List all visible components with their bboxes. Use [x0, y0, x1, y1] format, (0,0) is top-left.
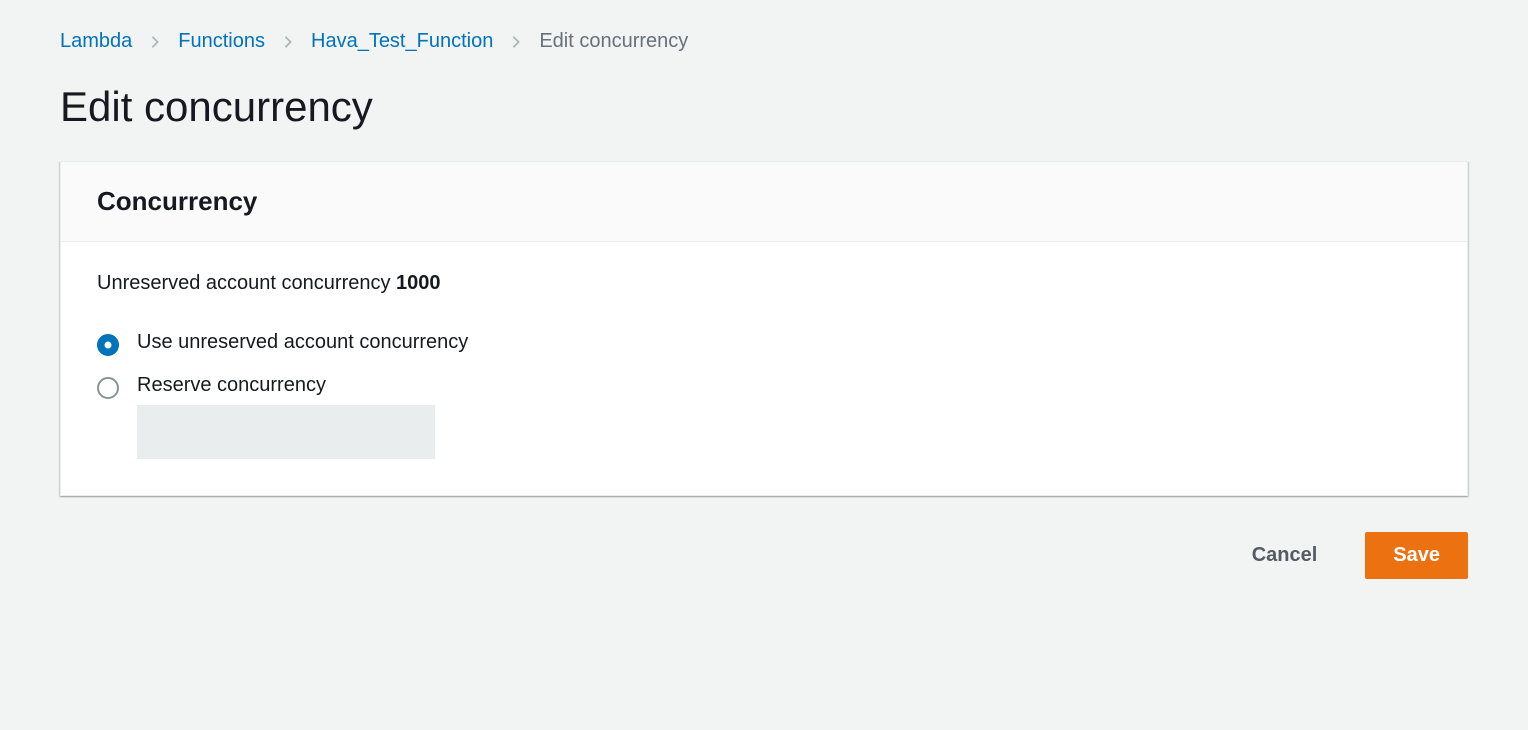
panel-body: Unreserved account concurrency 1000 Use … — [61, 242, 1467, 495]
page-title: Edit concurrency — [60, 83, 1468, 131]
reserve-concurrency-input-disabled — [137, 405, 435, 459]
unreserved-value: 1000 — [396, 272, 441, 294]
concurrency-radio-group: Use unreserved account concurrency Reser… — [97, 331, 1431, 459]
unreserved-label: Unreserved account concurrency — [97, 272, 396, 294]
radio-input-use-unreserved[interactable] — [97, 334, 119, 356]
panel-header: Concurrency — [61, 162, 1467, 242]
radio-use-unreserved[interactable]: Use unreserved account concurrency — [97, 331, 1431, 356]
concurrency-panel: Concurrency Unreserved account concurren… — [60, 161, 1468, 496]
breadcrumb-function-name[interactable]: Hava_Test_Function — [311, 30, 493, 53]
radio-input-reserve[interactable] — [97, 377, 119, 399]
chevron-right-icon — [509, 35, 523, 49]
breadcrumb-functions[interactable]: Functions — [178, 30, 265, 53]
radio-label-use-unreserved[interactable]: Use unreserved account concurrency — [137, 331, 468, 354]
radio-label-reserve[interactable]: Reserve concurrency — [137, 374, 435, 397]
radio-reserve-concurrency[interactable]: Reserve concurrency — [97, 374, 1431, 459]
panel-title: Concurrency — [97, 186, 1431, 217]
unreserved-concurrency-text: Unreserved account concurrency 1000 — [97, 272, 1431, 295]
chevron-right-icon — [148, 35, 162, 49]
chevron-right-icon — [281, 35, 295, 49]
action-buttons: Cancel Save — [60, 532, 1468, 579]
cancel-button[interactable]: Cancel — [1224, 532, 1346, 579]
breadcrumb: Lambda Functions Hava_Test_Function Edit… — [60, 30, 1468, 53]
breadcrumb-lambda[interactable]: Lambda — [60, 30, 132, 53]
breadcrumb-current: Edit concurrency — [539, 30, 688, 53]
save-button[interactable]: Save — [1365, 532, 1468, 579]
